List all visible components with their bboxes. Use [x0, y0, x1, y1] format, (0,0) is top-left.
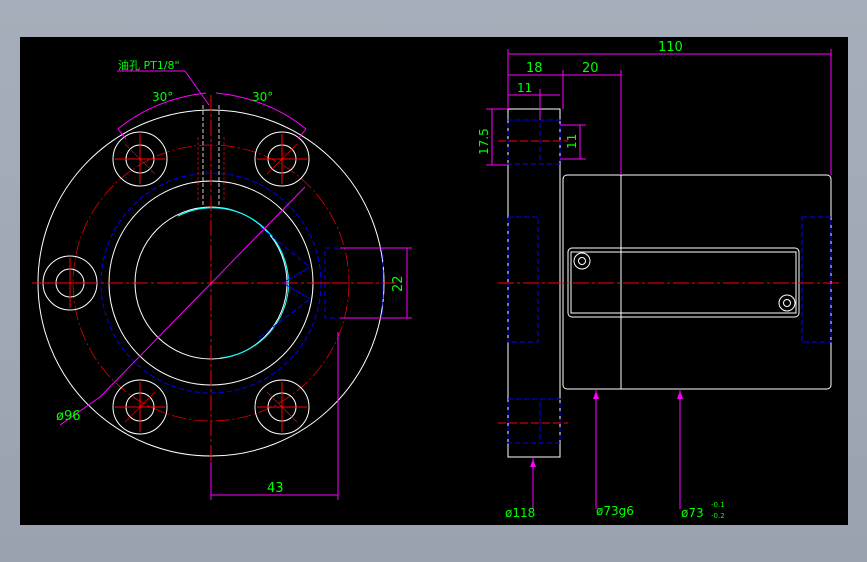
angle-label-left: 30°: [152, 90, 173, 104]
slot-screw-bottom: [778, 294, 796, 312]
dim-110-label: 110: [658, 40, 683, 55]
bolt-hole-hidden-bottom: [507, 398, 561, 444]
dia-73g6-label: ø73g6: [596, 504, 634, 518]
dim-17-5-label: 17.5: [477, 128, 491, 155]
bore-hidden-left: [507, 216, 539, 343]
bolt-hole-top-right: [254, 131, 310, 187]
dia118-arrow: [530, 459, 536, 467]
dim-20-label: 20: [582, 61, 599, 76]
tol-lower-label: -0.2: [711, 512, 725, 520]
window-background: 油孔 PT1/8" 30° 30° 22 43 ø96 110 18 20 11…: [0, 0, 867, 562]
drawing-canvas[interactable]: 油孔 PT1/8" 30° 30° 22 43 ø96 110 18 20 11…: [20, 37, 848, 525]
slot-screw-top: [573, 252, 591, 270]
oil-hole-label: 油孔 PT1/8": [118, 58, 180, 72]
bolt-hole-bottom-left: [112, 379, 168, 435]
angle-ext-left: [117, 128, 127, 140]
bolt-hole-hidden-top: [507, 119, 561, 165]
cad-drawing: 油孔 PT1/8" 30° 30° 22 43 ø96 110 18 20 11…: [32, 40, 840, 520]
tol-upper-label: -0.1: [711, 501, 725, 509]
bore-hidden-right: [801, 216, 832, 343]
dim-11-top-label: 11: [517, 81, 532, 95]
dim-22-label: 22: [391, 275, 406, 292]
side-view: [486, 49, 840, 509]
bolt-hole-bottom-right: [254, 379, 310, 435]
dim-11-side-label: 11: [565, 134, 579, 149]
dia-96-label: ø96: [56, 409, 81, 424]
angle-label-right: 30°: [252, 90, 273, 104]
dim-43-label: 43: [267, 481, 284, 496]
pcd-leader-diagonal: [99, 186, 306, 398]
body-cylinder: [562, 174, 832, 390]
counterbore-hidden-top: [539, 119, 561, 165]
dia73g6-arrow: [593, 391, 599, 399]
bolt-hole-top-left: [112, 131, 168, 187]
counterbore-hidden-bottom: [539, 398, 561, 444]
bore-highlight-arc-2: [219, 291, 289, 359]
dim-18-label: 18: [526, 61, 543, 76]
dia73-arrow: [677, 391, 683, 399]
slot-screw-top-inner: [578, 257, 586, 265]
front-view: [32, 70, 412, 500]
dia-73-label: ø73: [681, 506, 704, 520]
dia-118-label: ø118: [505, 506, 535, 520]
slot-screw-bottom-inner: [783, 299, 791, 307]
